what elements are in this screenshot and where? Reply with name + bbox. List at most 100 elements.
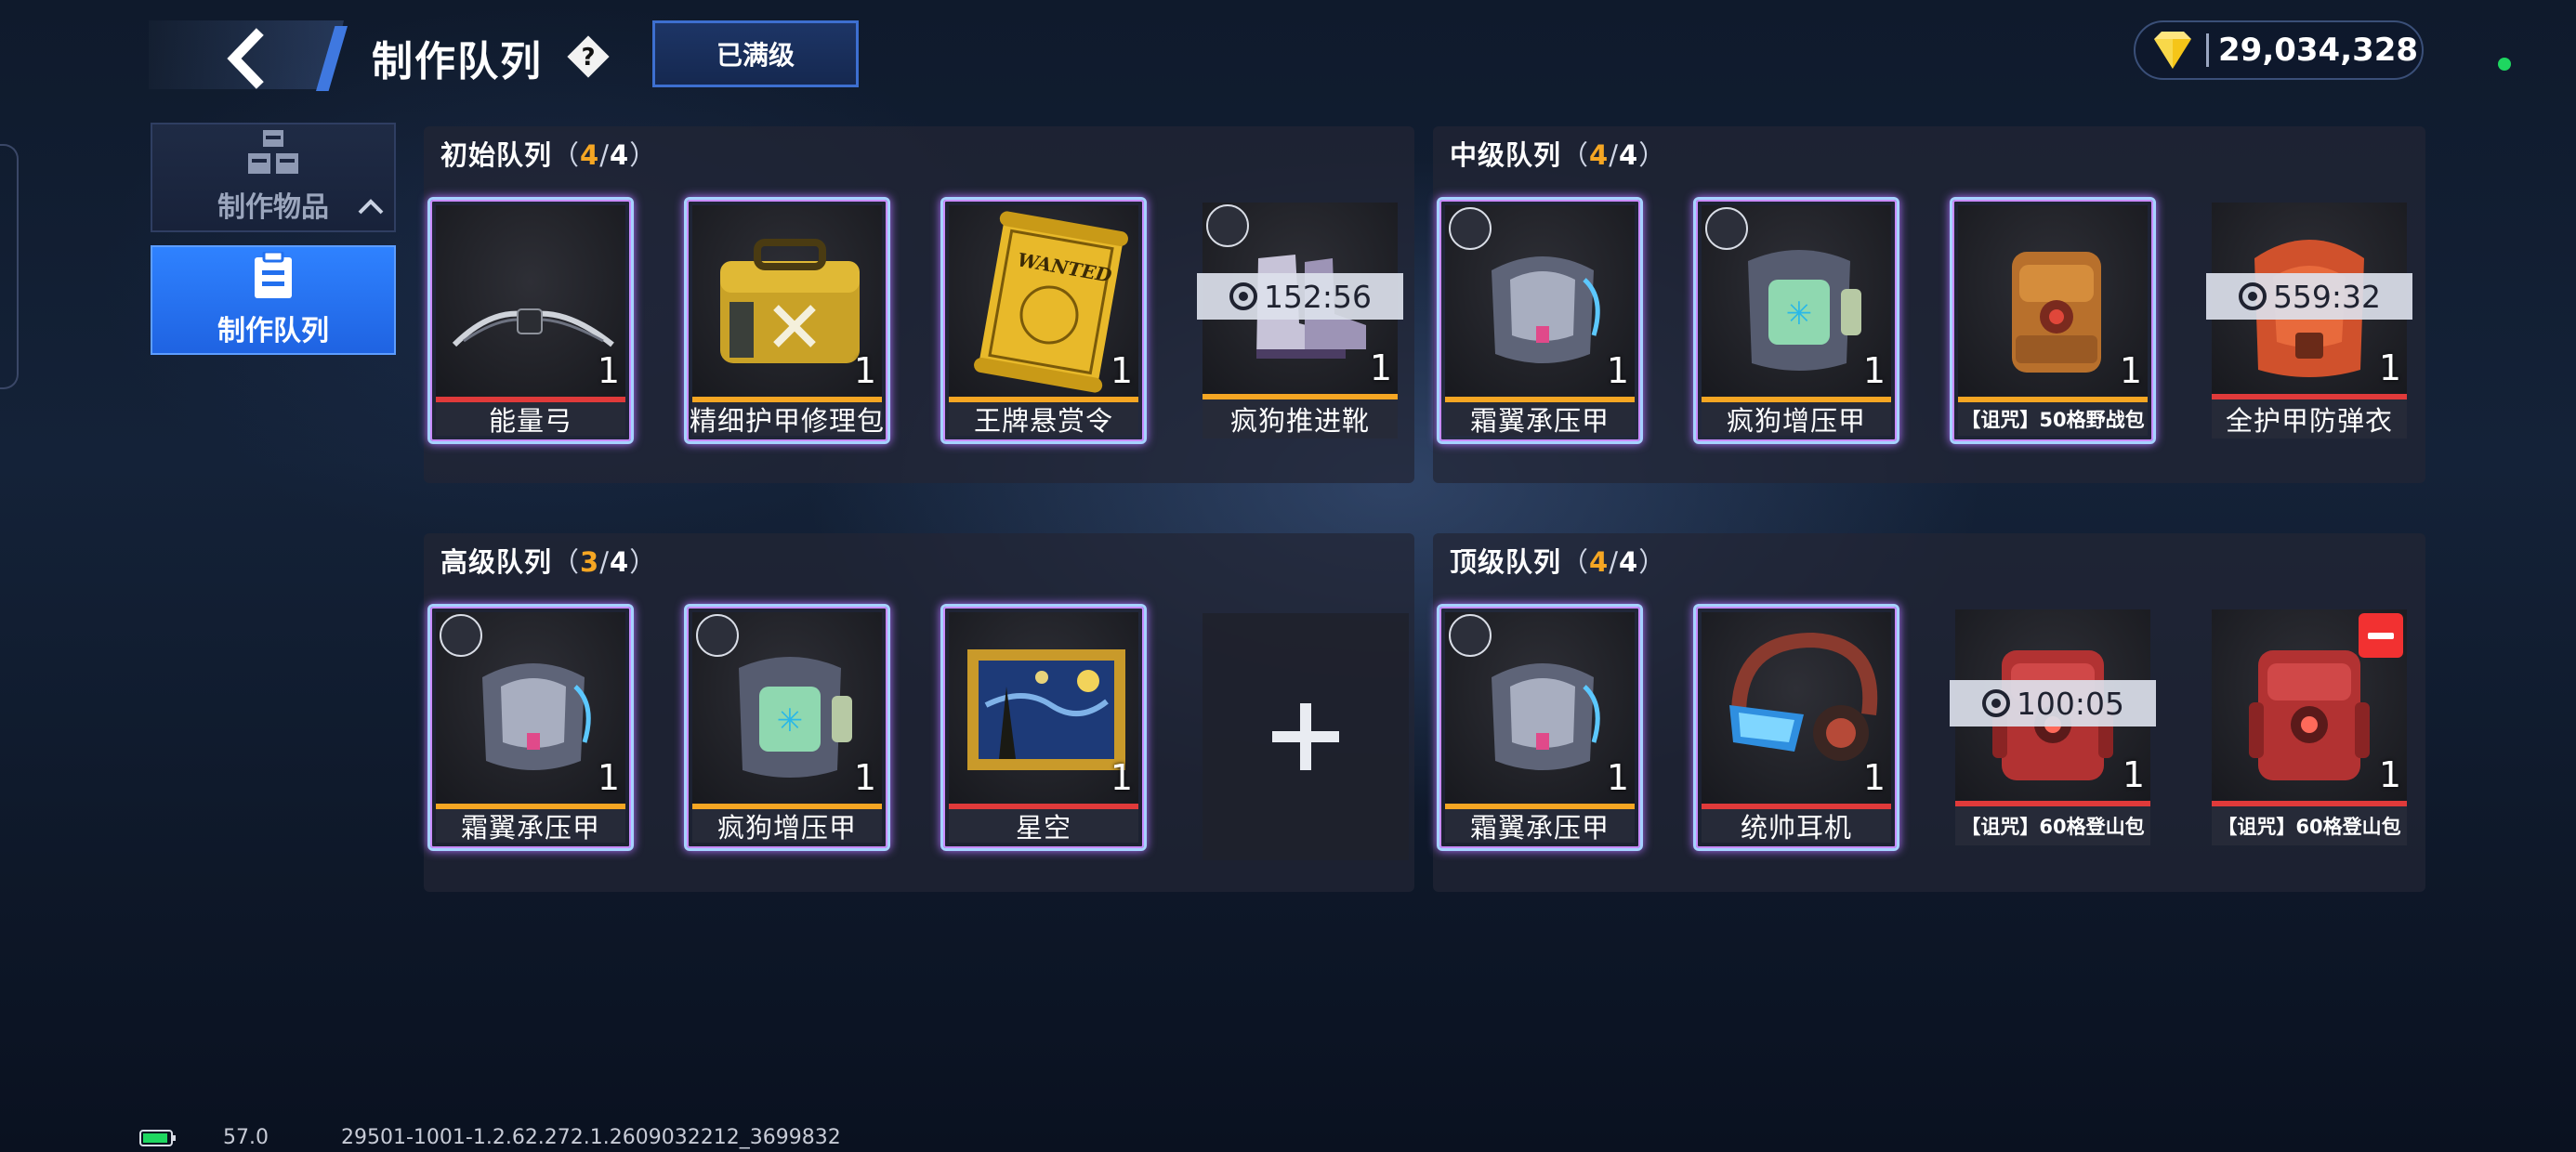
queue-current-count: 4: [1589, 139, 1610, 171]
panel-title-text: 中级队列: [1450, 139, 1562, 171]
item-count: 1: [1862, 757, 1886, 798]
currency-separator: [2206, 33, 2209, 67]
item-name: 疯狗推进靴: [1203, 399, 1398, 439]
faction-emblem-icon: [1705, 207, 1748, 250]
item-count: 1: [853, 350, 876, 391]
clock-icon: [2238, 282, 2267, 310]
debug-footer: 57.0 29501-1001-1.2.62.272.1.2609032212_…: [139, 1126, 841, 1149]
network-status-dot: [2498, 58, 2511, 71]
queue-slot[interactable]: 1 星空: [940, 604, 1147, 851]
item-name: 统帅耳机: [1702, 809, 1891, 844]
clock-icon: [1229, 282, 1257, 310]
add-queue-item-button[interactable]: [1203, 613, 1409, 860]
item-count: 1: [1369, 347, 1392, 388]
queue-slot[interactable]: 1 精细护甲修理包: [684, 197, 890, 444]
panel-title-text: 高级队列: [440, 546, 553, 578]
item-count: 1: [1110, 350, 1133, 391]
queue-slot[interactable]: ✳ 1 疯狗增压甲: [1693, 197, 1899, 444]
svg-text:✳: ✳: [777, 702, 804, 740]
item-count: 1: [597, 350, 620, 391]
sidebar-item-craft-items[interactable]: 制作物品: [151, 123, 396, 232]
currency-amount: 29,034,328: [2218, 32, 2419, 69]
queue-slot[interactable]: 152:56 1 疯狗推进靴: [1197, 197, 1403, 444]
back-button[interactable]: [216, 26, 281, 91]
panel-title: 顶级队列（4/4）: [1450, 546, 1667, 578]
clock-icon: [1981, 689, 2010, 717]
page-title: 制作队列: [372, 38, 543, 85]
item-name: 霜翼承压甲: [1445, 402, 1635, 437]
faction-emblem-icon: [1449, 614, 1492, 657]
panel-title-text: 顶级队列: [1450, 546, 1562, 578]
clipboard-icon: [255, 252, 292, 298]
item-count: 1: [2122, 754, 2145, 795]
queue-max-count: 4: [1619, 546, 1639, 578]
item-count: 1: [1606, 757, 1629, 798]
item-count: 1: [2378, 347, 2401, 388]
queue-max-count: 4: [610, 139, 630, 171]
queue-slot[interactable]: 1 【诅咒】60格登山包: [2206, 604, 2412, 851]
queue-slot[interactable]: 1 能量弓: [427, 197, 634, 444]
currency-display: 29,034,328: [2134, 20, 2424, 80]
panel-title-text: 初始队列: [440, 139, 553, 171]
help-icon[interactable]: ?: [565, 33, 611, 80]
craft-timer: 152:56: [1197, 273, 1403, 320]
timer-text: 559:32: [2272, 278, 2382, 315]
remove-item-button[interactable]: [2359, 613, 2403, 658]
queue-slot[interactable]: 1 【诅咒】50格野战包: [1950, 197, 2156, 444]
item-name: 霜翼承压甲: [436, 809, 625, 844]
svg-text:✳: ✳: [1786, 295, 1813, 333]
gold-gem-icon: [2154, 32, 2191, 69]
item-name: 疯狗增压甲: [1702, 402, 1891, 437]
item-name: 【诅咒】60格登山包: [2212, 806, 2407, 845]
max-level-badge: 已满级: [652, 20, 859, 87]
sidebar-item-label: 制作物品: [217, 191, 329, 224]
queue-panel-initial: 初始队列（4/4） 1 能量弓 1 精细护甲修理包 WANTED 1 王牌悬赏令…: [424, 126, 1414, 483]
queue-slot[interactable]: WANTED 1 王牌悬赏令: [940, 197, 1147, 444]
battery-icon: [139, 1129, 176, 1146]
svg-text:?: ?: [581, 44, 595, 72]
queue-slot[interactable]: 1 统帅耳机: [1693, 604, 1899, 851]
item-name: 霜翼承压甲: [1445, 809, 1635, 844]
item-name: 精细护甲修理包: [690, 402, 884, 437]
queue-max-count: 4: [610, 546, 630, 578]
queue-current-count: 4: [1589, 546, 1610, 578]
faction-emblem-icon: [440, 614, 482, 657]
queue-slot[interactable]: ✳ 1 疯狗增压甲: [684, 604, 890, 851]
item-name: 疯狗增压甲: [692, 809, 882, 844]
item-count: 1: [597, 757, 620, 798]
queue-panel-intermediate: 中级队列（4/4） 1 霜翼承压甲 ✳ 1 疯狗增压甲 1 【诅咒】50格野战包…: [1433, 126, 2425, 483]
queue-slot[interactable]: 100:05 1 【诅咒】60格登山包: [1950, 604, 2156, 851]
queue-slot[interactable]: 1 霜翼承压甲: [1437, 197, 1643, 444]
item-count: 1: [2378, 754, 2401, 795]
item-name: 能量弓: [436, 402, 625, 437]
item-count: 1: [2119, 350, 2142, 391]
panel-title: 中级队列（4/4）: [1450, 139, 1667, 171]
item-count: 1: [853, 757, 876, 798]
queue-slot[interactable]: 1 霜翼承压甲: [427, 604, 634, 851]
sidebar-item-label: 制作队列: [217, 315, 329, 347]
faction-emblem-icon: [1449, 207, 1492, 250]
crafting-boxes-icon: [248, 130, 298, 174]
queue-current-count: 4: [580, 139, 600, 171]
faction-emblem-icon: [696, 614, 739, 657]
chevron-left-icon: [227, 28, 264, 89]
queue-panel-advanced: 高级队列（3/4） 1 霜翼承压甲 ✳ 1 疯狗增压甲 1 星空: [424, 533, 1414, 892]
queue-max-count: 4: [1619, 139, 1639, 171]
panel-title: 高级队列（3/4）: [440, 546, 658, 578]
item-count: 1: [1110, 757, 1133, 798]
item-name: 【诅咒】50格野战包: [1958, 402, 2148, 436]
queue-slot[interactable]: 1 霜翼承压甲: [1437, 604, 1643, 851]
panel-title: 初始队列（4/4）: [440, 139, 658, 171]
item-name: 王牌悬赏令: [949, 402, 1138, 437]
chevron-up-icon[interactable]: [357, 197, 385, 216]
item-count: 1: [1862, 350, 1886, 391]
craft-timer: 559:32: [2206, 273, 2412, 320]
faction-emblem-icon: [1206, 204, 1249, 247]
sidebar-item-craft-queue[interactable]: 制作队列: [151, 245, 396, 355]
timer-text: 100:05: [2016, 685, 2125, 722]
left-edge-handle[interactable]: [0, 144, 19, 389]
craft-timer: 100:05: [1950, 680, 2156, 727]
timer-text: 152:56: [1263, 278, 1373, 315]
queue-slot[interactable]: 559:32 1 全护甲防弹衣: [2206, 197, 2412, 444]
plus-icon: [1272, 703, 1339, 770]
